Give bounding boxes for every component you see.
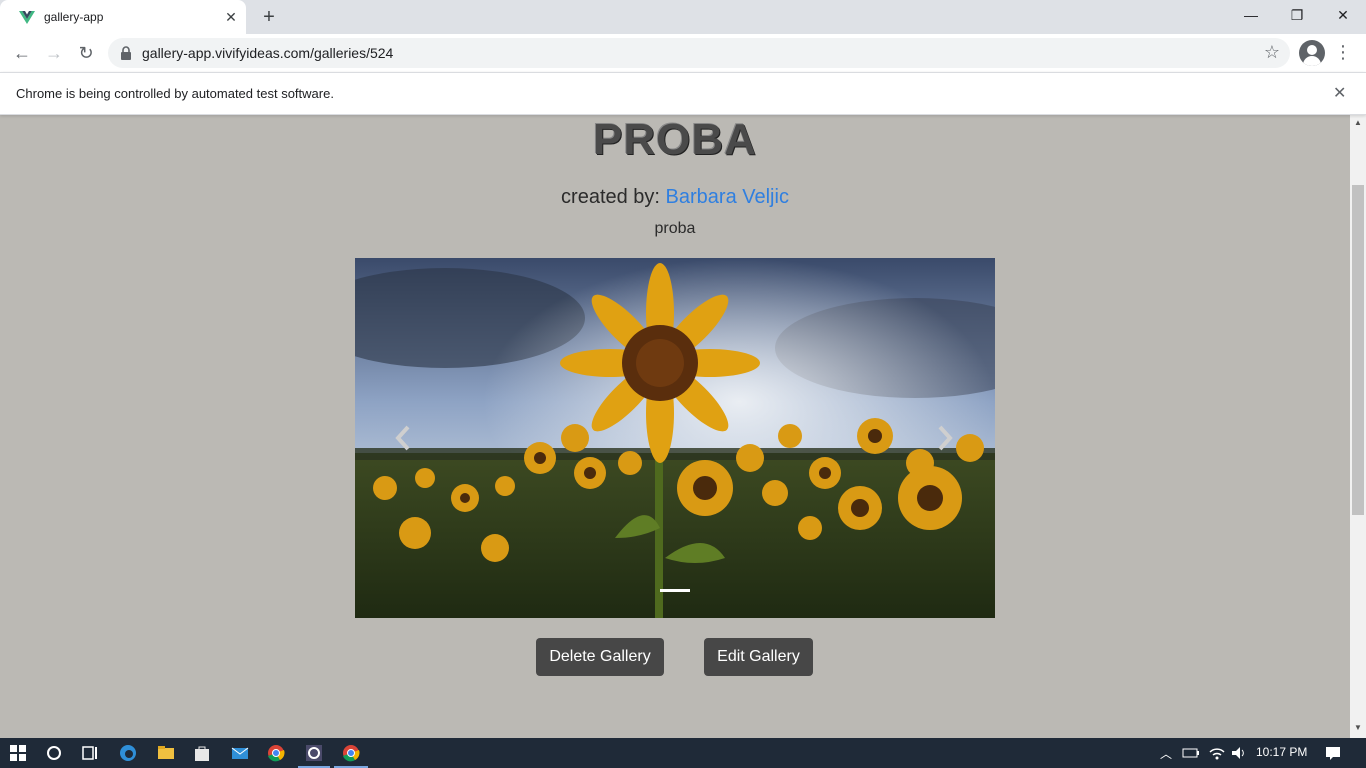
chevron-up-icon[interactable]: ︿ [1160, 745, 1172, 762]
file-explorer-icon[interactable] [156, 743, 176, 763]
edge-icon[interactable] [118, 743, 138, 763]
chrome-icon[interactable] [266, 743, 286, 763]
settings-app-icon[interactable] [304, 743, 324, 763]
delete-gallery-button[interactable]: Delete Gallery [536, 638, 664, 676]
image-carousel [355, 258, 995, 618]
tab-strip: gallery-app ✕ + — ❐ ✕ [0, 0, 1366, 34]
chrome-active-icon[interactable] [341, 743, 361, 763]
scroll-up-icon[interactable]: ▲ [1354, 118, 1362, 127]
close-window-button[interactable]: ✕ [1320, 0, 1366, 32]
page-content: PROBA created by: Barbara Veljic proba D… [0, 115, 1350, 738]
menu-icon[interactable]: ⋮ [1334, 42, 1352, 62]
tab-title: gallery-app [44, 10, 104, 24]
star-icon[interactable]: ☆ [1264, 42, 1280, 63]
profile-icon[interactable] [1299, 40, 1325, 66]
gallery-description: proba [654, 220, 696, 237]
store-icon[interactable] [192, 743, 212, 763]
page-scrollbar[interactable]: ▲ ▼ [1350, 115, 1366, 738]
windows-taskbar: ︿ 10:17 PM [0, 738, 1366, 768]
url-text[interactable]: gallery-app.vivifyideas.com/galleries/52… [142, 45, 393, 61]
created-by-label: created by: [561, 186, 666, 208]
gallery-title: PROBA [593, 115, 757, 164]
wifi-icon[interactable] [1208, 744, 1226, 762]
created-by: created by: Barbara Veljic [0, 186, 1350, 209]
address-bar[interactable]: gallery-app.vivifyideas.com/galleries/52… [108, 38, 1290, 68]
restore-button[interactable]: ❐ [1274, 0, 1320, 32]
reload-button[interactable]: ↻ [72, 39, 100, 67]
task-view-icon[interactable] [80, 743, 100, 763]
volume-icon[interactable] [1230, 744, 1248, 762]
scroll-thumb[interactable] [1352, 185, 1364, 515]
sunflower-image [355, 258, 995, 618]
back-button[interactable]: ← [8, 39, 36, 67]
taskbar-clock[interactable]: 10:17 PM [1256, 745, 1307, 759]
chevron-left-icon[interactable] [393, 423, 413, 453]
tab-close-icon[interactable]: ✕ [222, 8, 240, 26]
search-icon[interactable] [44, 743, 64, 763]
chevron-right-icon[interactable] [935, 423, 955, 453]
automation-infobar: Chrome is being controlled by automated … [0, 72, 1366, 115]
forward-button[interactable]: → [40, 39, 68, 67]
infobar-close-icon[interactable]: ✕ [1333, 83, 1346, 103]
battery-icon[interactable] [1182, 745, 1200, 761]
infobar-message: Chrome is being controlled by automated … [16, 86, 334, 101]
author-link[interactable]: Barbara Veljic [666, 186, 789, 208]
browser-toolbar: ← → ↻ gallery-app.vivifyideas.com/galler… [0, 34, 1366, 72]
new-tab-button[interactable]: + [258, 6, 280, 28]
scroll-down-icon[interactable]: ▼ [1354, 723, 1362, 732]
carousel-indicator[interactable] [660, 589, 690, 592]
edit-gallery-button[interactable]: Edit Gallery [704, 638, 813, 676]
vue-icon [19, 11, 35, 24]
notification-icon[interactable] [1324, 744, 1342, 762]
tab-gallery-app[interactable]: gallery-app ✕ [0, 0, 246, 34]
windows-start-icon[interactable] [8, 743, 28, 763]
mail-icon[interactable] [230, 743, 250, 763]
lock-icon[interactable] [120, 46, 132, 60]
minimize-button[interactable]: — [1228, 0, 1274, 32]
